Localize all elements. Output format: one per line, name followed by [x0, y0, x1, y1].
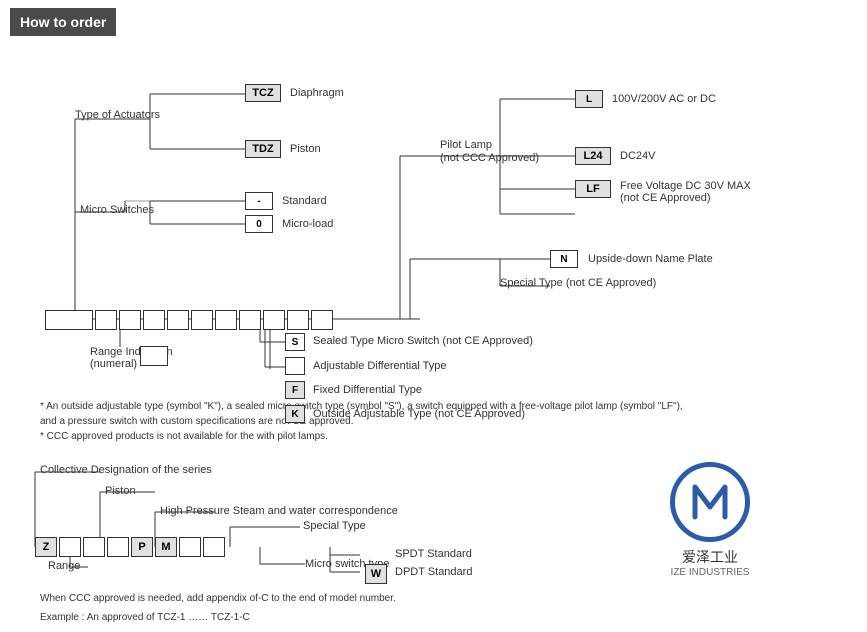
LF-desc2: (not CE Approved) [620, 192, 711, 204]
bottom-note2: Example : An approved of TCZ-1 …… TCZ-1-… [40, 610, 396, 625]
model-box-3 [119, 310, 141, 330]
bottom-notes: When CCC approved is needed, add appendi… [30, 587, 396, 625]
bottom-section: Collective Designation of the series Pis… [20, 452, 847, 607]
logo-chinese: 爱泽工业 [682, 547, 738, 567]
bottom-layout: Collective Designation of the series Pis… [20, 452, 847, 607]
bottom-box-7 [179, 537, 201, 557]
special-type-bottom: Special Type [303, 520, 366, 532]
fixed-label: Fixed Differential Type [313, 384, 422, 396]
K-box: K [285, 405, 305, 423]
bottom-note1: When CCC approved is needed, add appendi… [40, 591, 396, 606]
zero-box: 0 [245, 215, 273, 233]
main-content: Type of Actuators TCZ Diaphragm TDZ Pist… [0, 49, 867, 607]
L24-box: L24 [575, 147, 611, 165]
microload-label: Micro-load [282, 218, 333, 230]
bottom-box-4 [107, 537, 129, 557]
model-box-11 [311, 310, 333, 330]
type-actuators-label: Type of Actuators [75, 109, 160, 121]
sealed-label: Sealed Type Micro Switch (not CE Approve… [313, 335, 533, 347]
notes-section: * An outside adjustable type (symbol "K"… [20, 399, 847, 444]
L-desc: 100V/200V AC or DC [612, 93, 716, 105]
bottom-box-8 [203, 537, 225, 557]
model-box-1 [45, 310, 93, 330]
N-box: N [550, 250, 578, 268]
adj-diff-box [285, 357, 305, 375]
model-box-7 [215, 310, 237, 330]
model-box-8 [239, 310, 261, 330]
S-box: S [285, 333, 305, 351]
diagram-top: Type of Actuators TCZ Diaphragm TDZ Pist… [20, 49, 847, 369]
piston-label-top: Piston [290, 143, 321, 155]
pilot-lamp-label: Pilot Lamp [440, 139, 492, 151]
L24-desc: DC24V [620, 150, 655, 162]
diaphragm-label: Diaphragm [290, 87, 344, 99]
logo-symbol-svg [685, 477, 735, 527]
model-box-6 [191, 310, 213, 330]
page: How to order [0, 0, 867, 632]
F-box: F [285, 381, 305, 399]
range-bottom-label: Range [48, 560, 80, 572]
collective-label: Collective Designation of the series [40, 464, 212, 476]
micro-switches-label: Micro Switches [80, 204, 154, 216]
bottom-box-3 [83, 537, 105, 557]
bottom-box-2 [59, 537, 81, 557]
dash-box: - [245, 192, 273, 210]
header-bar: How to order [10, 8, 116, 36]
standard-label: Standard [282, 195, 327, 207]
N-desc: Upside-down Name Plate [588, 253, 713, 265]
model-box-5 [167, 310, 189, 330]
adjustable-label: Adjustable Differential Type [313, 360, 447, 372]
W-box: W [365, 564, 387, 584]
DPDT-label: DPDT Standard [395, 566, 472, 578]
LF-desc: Free Voltage DC 30V MAX [620, 180, 751, 192]
note3: * CCC approved products is not available… [40, 429, 847, 444]
L-box: L [575, 90, 603, 108]
not-ccc-label: (not CCC Approved) [440, 152, 539, 164]
bottom-model-row: Z P M [35, 537, 225, 557]
model-box-2 [95, 310, 117, 330]
logo-circle [670, 462, 750, 542]
header-title: How to order [20, 14, 106, 30]
logo-area: 爱泽工业 IZE INDUSTRIES [670, 462, 750, 578]
tdz-box: TDZ [245, 140, 281, 158]
outside-label: Outside Adjustable Type (not CE Approved… [313, 408, 525, 420]
SPDT-label: SPDT Standard [395, 548, 472, 560]
M-box: M [155, 537, 177, 557]
model-box-10 [287, 310, 309, 330]
logo-name: IZE INDUSTRIES [671, 567, 750, 578]
tcz-box: TCZ [245, 84, 281, 102]
model-row [45, 310, 333, 330]
Z-box: Z [35, 537, 57, 557]
P-box: P [131, 537, 153, 557]
range-box [140, 346, 168, 366]
bottom-diagram: Collective Designation of the series Pis… [20, 452, 620, 607]
special-type-top: Special Type (not CE Approved) [500, 277, 656, 289]
piston-bottom-label: Piston [105, 485, 136, 497]
model-box-9 [263, 310, 285, 330]
numeral-label: (numeral) [90, 358, 137, 370]
model-box-4 [143, 310, 165, 330]
high-pressure-label: High Pressure Steam and water correspond… [160, 505, 398, 517]
LF-box: LF [575, 180, 611, 198]
